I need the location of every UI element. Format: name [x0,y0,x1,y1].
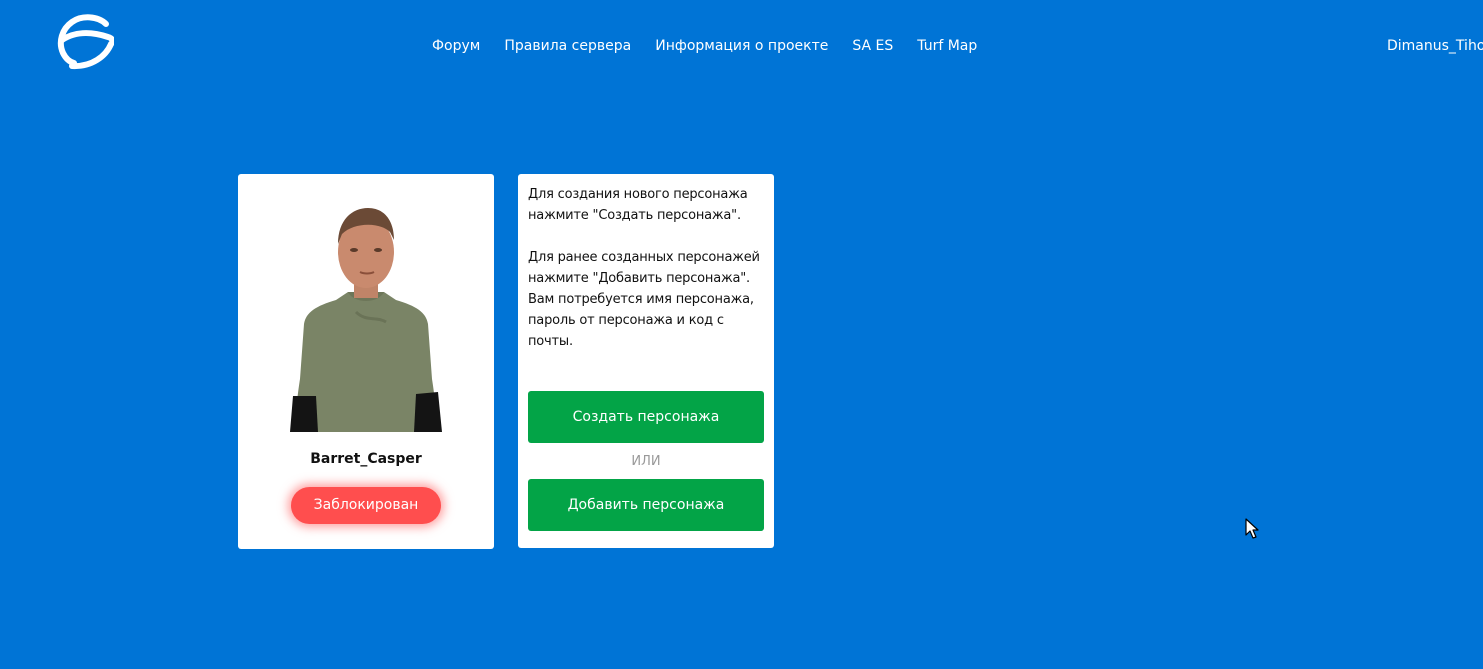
nav-sa-es[interactable]: SA ES [852,36,893,56]
character-avatar [290,208,442,432]
info-text: Для создания нового персонажа нажмите "С… [528,184,768,352]
top-header: Форум Правила сервера Информация о проек… [0,0,1483,92]
main-nav: Форум Правила сервера Информация о проек… [432,36,977,56]
nav-turf-map[interactable]: Turf Map [917,36,977,56]
nav-project-info[interactable]: Информация о проекте [655,36,828,56]
or-divider-label: ИЛИ [631,454,661,469]
add-character-button[interactable]: Добавить персонажа [528,479,764,531]
info-card: Для создания нового персонажа нажмите "С… [518,174,774,548]
info-paragraph-create: Для создания нового персонажа нажмите "С… [528,187,748,223]
character-name: Barret_Casper [310,451,422,467]
info-paragraph-add: Для ранее созданных персонажей нажмите "… [528,250,760,349]
status-badge: Заблокирован [291,487,441,524]
mouse-cursor-icon [1245,518,1259,539]
nav-server-rules[interactable]: Правила сервера [504,36,631,56]
logo-icon[interactable] [56,14,114,70]
nav-forum[interactable]: Форум [432,36,480,56]
character-card[interactable]: Barret_Casper Заблокирован [238,174,494,549]
create-character-button[interactable]: Создать персонажа [528,391,764,443]
user-menu[interactable]: Dimanus_Tiho [1387,36,1483,56]
